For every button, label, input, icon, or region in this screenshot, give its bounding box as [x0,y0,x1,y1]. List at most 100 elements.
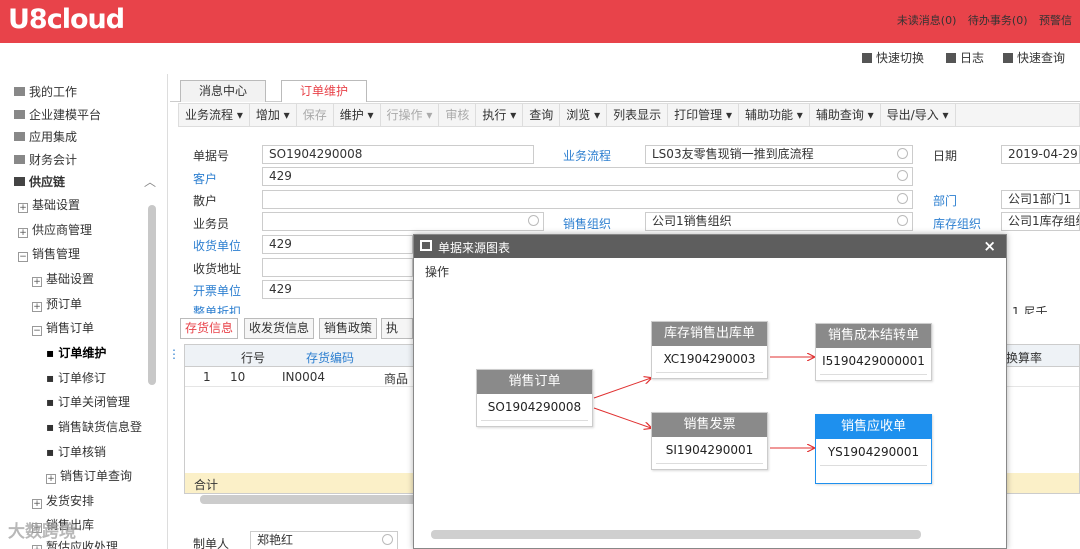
toolbar-query[interactable]: 查询 [523,104,561,126]
toolbar-print[interactable]: 打印管理 ▾ [668,104,739,126]
sales-org-label[interactable]: 销售组织 [563,215,611,232]
sidebar-scrollbar[interactable] [148,205,156,385]
sidebar-item-order-maintain[interactable]: ▪ 订单维护 [46,344,106,361]
node-stock-out[interactable]: 库存销售出库单 XC1904290003 [651,321,768,379]
receiver-label[interactable]: 收货单位 [193,237,241,254]
sidebar-item-supplier[interactable]: + 供应商管理 [18,221,92,238]
sales-org-field[interactable]: 公司1销售组织 [645,212,913,231]
toolbar-maintain[interactable]: 维护 ▾ [334,104,381,126]
alerts-link[interactable]: 预警信 [1039,14,1072,27]
customer-label[interactable]: 客户 [193,170,217,187]
tab-inventory-info[interactable]: 存货信息 [180,318,239,339]
grid-scrollbar[interactable] [200,495,430,504]
sidebar-item-supply-chain[interactable]: 供应链 ︿ [14,173,156,190]
col-conversion-rate[interactable]: 换算率 [1006,349,1042,366]
node-receivable[interactable]: 销售应收单 YS1904290001 [815,414,932,484]
partial-label: 1.尼壬 [1012,305,1048,314]
toolbar-browse[interactable]: 浏览 ▾ [560,104,608,126]
tab-sales-policy[interactable]: 销售政策 [319,318,378,339]
arrow-order-to-invoice [593,407,651,428]
collapse-chevron-icon[interactable]: ︿ [144,173,156,190]
flow-field[interactable]: LS03友零售现销一推到底流程 [645,145,913,164]
flow-label[interactable]: 业务流程 [563,147,611,164]
node-sales-order[interactable]: 销售订单 SO1904290008 [476,369,593,427]
search-icon[interactable] [897,148,908,159]
sidebar-item-sales-order[interactable]: − 销售订单 [32,319,94,336]
stock-org-field[interactable]: 公司1库存组织 [1001,212,1080,231]
invoice-unit-label[interactable]: 开票单位 [193,282,241,299]
node-cost-transfer[interactable]: 销售成本结转单 I5190429000001 [815,323,932,381]
sidebar-item-shipping[interactable]: + 发货安排 [32,492,94,509]
log-button[interactable]: 日志 [946,49,984,66]
toolbar-add[interactable]: 增加 ▾ [250,104,297,126]
search-icon[interactable] [528,215,539,226]
tab-message-center[interactable]: 消息中心 [180,80,267,102]
salesman-label: 业务员 [193,217,230,231]
expand-icon: + [18,228,28,238]
expand-icon: + [32,302,42,312]
toolbar-audit[interactable]: 审核 [439,104,477,126]
tab-execution[interactable]: 执行 [381,318,413,339]
dept-field[interactable]: 公司1部门1 [1001,190,1080,209]
sidebar-item-order-query[interactable]: + 销售订单查询 [46,467,132,484]
toolbar-save[interactable]: 保存 [297,104,334,126]
sidebar-item-order-close[interactable]: ▪ 订单关闭管理 [46,393,130,410]
sidebar-item-sales[interactable]: − 销售管理 [18,245,80,262]
col-inventory-code[interactable]: 存货编码 [306,349,354,366]
sidebar-item-basic-settings[interactable]: + 基础设置 [18,196,80,213]
expand-icon: + [32,277,42,287]
dialog-scrollbar[interactable] [431,530,921,539]
sidebar-item-my-work[interactable]: 我的工作 [14,83,77,100]
creator-field[interactable]: 郑艳红 [250,531,398,549]
pending-tasks-link[interactable]: 待办事务(0) [968,14,1028,27]
quick-switch-button[interactable]: 快速切换 [862,49,924,66]
search-icon[interactable] [897,193,908,204]
toolbar-assist-query[interactable]: 辅助查询 ▾ [810,104,881,126]
toolbar-list-view[interactable]: 列表显示 [607,104,669,126]
quick-query-button[interactable]: 快速查询 [1003,49,1065,66]
toolbar-row-ops[interactable]: 行操作 ▾ [381,104,440,126]
search-icon[interactable] [897,170,908,181]
order-no-label: 单据号 [193,149,230,163]
sidebar-item-finance[interactable]: 财务会计 [14,151,77,168]
toolbar-assist[interactable]: 辅助功能 ▾ [739,104,810,126]
tab-order-maintain[interactable]: 订单维护 [281,80,368,102]
sidebar-item-modeling[interactable]: 企业建模平台 [14,106,101,123]
integration-icon [14,132,25,141]
dept-label[interactable]: 部门 [933,192,957,209]
close-icon[interactable]: × [983,237,996,255]
top-links: 未读消息(0) 待办事务(0) 预警信 [897,12,1080,28]
expand-icon: + [32,545,42,549]
search-icon[interactable] [382,534,393,545]
expand-icon: + [46,474,56,484]
supply-chain-icon [14,177,25,186]
order-no-field[interactable]: SO1904290008 [262,145,534,164]
stock-org-label[interactable]: 库存组织 [933,215,981,232]
node-invoice[interactable]: 销售发票 SI1904290001 [651,412,768,470]
col-line-no[interactable]: 行号 [241,349,265,366]
search-icon[interactable] [897,215,908,226]
watermark: 大数跨境 [8,522,76,542]
toolbar-execute[interactable]: 执行 ▾ [476,104,524,126]
sidebar-item-shortage[interactable]: ▪ 销售缺货信息登 [46,418,142,435]
receiver-field[interactable]: 429 [262,235,413,254]
splitter-handle[interactable]: ⋮ [168,347,180,361]
sidebar-item-order-revise[interactable]: ▪ 订单修订 [46,369,106,386]
unread-messages-link[interactable]: 未读消息(0) [897,14,957,27]
toolbar-business-flow[interactable]: 业务流程 ▾ [179,104,250,126]
toolbar-export-import[interactable]: 导出/导入 ▾ [881,104,956,126]
tab-shipping-info[interactable]: 收发货信息 [244,318,315,339]
invoice-unit-field[interactable]: 429 [262,280,413,299]
salesman-field[interactable] [262,212,544,231]
customer-field[interactable]: 429 [262,167,913,186]
sidebar-item-writeoff[interactable]: ▪ 订单核销 [46,443,106,460]
date-field[interactable]: 2019-04-29 [1001,145,1080,164]
collapse-icon: − [32,326,42,336]
creator-label: 制单人 [193,537,230,549]
sidebar-item-preorder[interactable]: + 预订单 [32,295,82,312]
receiver-addr-field[interactable] [262,258,413,277]
discount-label[interactable]: 整单折扣 [193,303,241,314]
retail-field[interactable] [262,190,913,209]
sidebar-item-sales-basic[interactable]: + 基础设置 [32,270,94,287]
sidebar-item-integration[interactable]: 应用集成 [14,128,77,145]
